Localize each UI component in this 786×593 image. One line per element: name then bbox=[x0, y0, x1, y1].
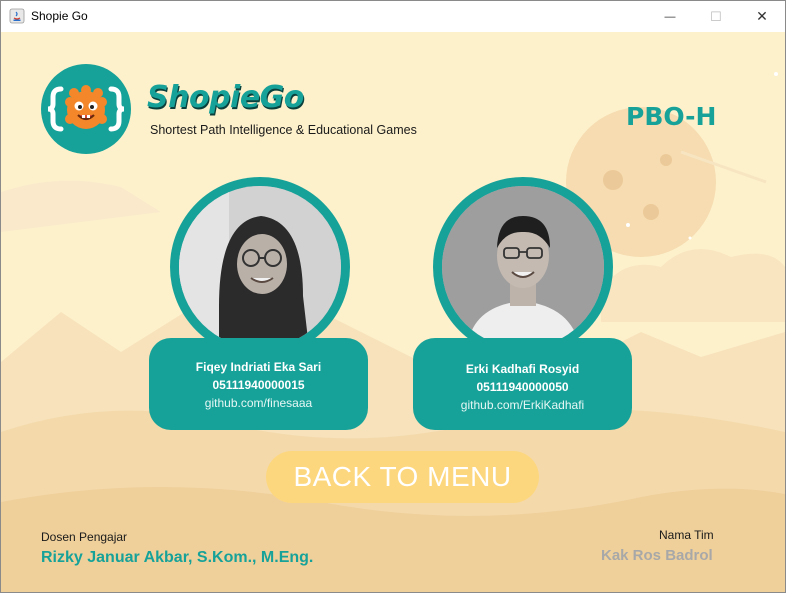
member-photo bbox=[179, 186, 341, 348]
team-label: Nama Tim bbox=[659, 528, 714, 542]
app-logo bbox=[41, 64, 131, 154]
title-bar: Shopie Go — ☐ ✕ bbox=[1, 1, 785, 32]
class-label: PBO-H bbox=[626, 102, 717, 131]
member-nrp: 05111940000015 bbox=[212, 378, 305, 392]
lecturer-label: Dosen Pengajar bbox=[41, 530, 128, 544]
person-portrait-icon bbox=[442, 186, 604, 348]
about-panel: ShopieGo Shortest Path Intelligence & Ed… bbox=[1, 32, 785, 592]
member-photo-frame bbox=[433, 177, 613, 357]
member-name: Erki Kadhafi Rosyid bbox=[465, 362, 580, 376]
maximize-button[interactable]: ☐ bbox=[693, 1, 739, 32]
close-button[interactable]: ✕ bbox=[739, 1, 785, 32]
back-to-menu-button[interactable]: BACK TO MENU bbox=[266, 451, 539, 503]
minimize-icon: — bbox=[664, 10, 676, 23]
member-photo bbox=[442, 186, 604, 348]
lecturer-name: Rizky Januar Akbar, S.Kom., M.Eng. bbox=[41, 549, 314, 566]
brand-tagline: Shortest Path Intelligence & Educational… bbox=[150, 123, 417, 137]
app-window: Shopie Go — ☐ ✕ ShopieGo Shortest Path I… bbox=[0, 0, 786, 593]
maximize-icon: ☐ bbox=[710, 8, 722, 24]
member-name: Fiqey Indriati Eka Sari bbox=[195, 360, 322, 374]
team-name: Kak Ros Badrol bbox=[601, 547, 713, 564]
member-github: github.com/ErkiKadhafi bbox=[460, 398, 585, 412]
member-photo-frame bbox=[170, 177, 350, 357]
brand-name: ShopieGo bbox=[147, 80, 304, 115]
minimize-button[interactable]: — bbox=[647, 1, 693, 32]
person-portrait-icon bbox=[179, 186, 341, 348]
member-card: Erki Kadhafi Rosyid 05111940000050 githu… bbox=[413, 338, 632, 430]
close-icon: ✕ bbox=[756, 8, 768, 24]
monster-logo-icon bbox=[47, 85, 125, 132]
member-github: github.com/finesaaa bbox=[204, 396, 313, 410]
java-app-icon bbox=[9, 8, 25, 24]
member-nrp: 05111940000050 bbox=[476, 380, 569, 394]
member-card: Fiqey Indriati Eka Sari 05111940000015 g… bbox=[149, 338, 368, 430]
window-title: Shopie Go bbox=[31, 9, 88, 23]
